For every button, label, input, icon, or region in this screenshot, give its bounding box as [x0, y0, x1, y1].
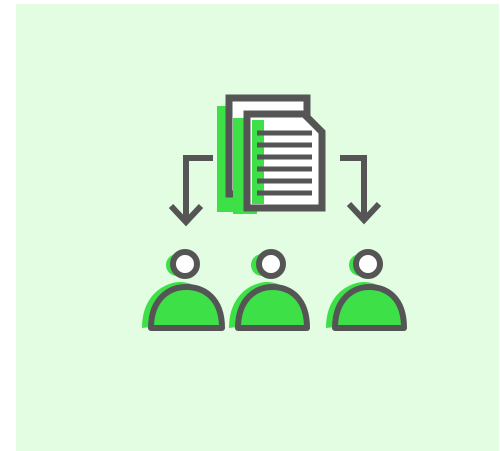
person-icon	[326, 249, 407, 331]
arrow-down-left-icon	[168, 155, 213, 227]
documents-icon	[217, 94, 326, 214]
person-icon	[142, 249, 225, 331]
arrow-down-right-icon	[340, 155, 382, 225]
document-distribution-icon	[142, 94, 407, 331]
person-icon	[229, 249, 310, 331]
